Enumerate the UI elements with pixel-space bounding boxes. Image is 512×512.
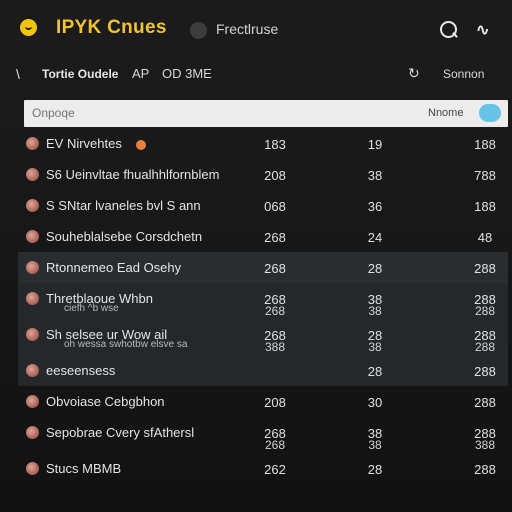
table-row[interactable]: eeseensess 28 288	[18, 355, 508, 386]
filter-toggle[interactable]	[479, 104, 501, 122]
tab-ap[interactable]: AP	[132, 66, 149, 81]
row-name: S SNtar lvaneles bvl S ann	[46, 198, 201, 213]
col1-value: 183	[264, 137, 286, 152]
row-subtitle: ciefh ^b wse	[64, 303, 119, 314]
features-link[interactable]: Frectlruse	[216, 21, 278, 37]
table-row[interactable]: Rtonnemeo Ead Osehy 268 28 288	[18, 252, 508, 283]
col3-value: 288	[474, 364, 496, 379]
col1-secondary: 268	[264, 438, 286, 452]
col3-secondary: 388	[474, 438, 496, 452]
col3-value: 288	[474, 395, 496, 410]
app-title: IPYK Cnues	[56, 17, 167, 38]
col1-secondary: 268	[264, 304, 286, 318]
sort-dropdown[interactable]: Sonnon	[443, 67, 484, 81]
avatar	[26, 426, 39, 439]
avatar	[26, 137, 39, 150]
col2-value: 28	[367, 462, 383, 477]
row-name: Stucs MBMB	[46, 461, 122, 476]
col2-value: 30	[367, 395, 383, 410]
avatar	[26, 395, 39, 408]
table-row[interactable]: S SNtar lvaneles bvl S ann 068 36 188	[18, 190, 508, 221]
col1-value: 268	[264, 261, 286, 276]
row-name: Rtonnemeo Ead Osehy	[46, 260, 182, 275]
avatar	[26, 364, 39, 377]
table-row[interactable]: Sepobrae Cvery sfAthersl 268 268 38 38 2…	[18, 417, 508, 453]
filter-name-label: Nnome	[428, 107, 464, 119]
col3-value: 188	[474, 199, 496, 214]
col2-value: 19	[367, 137, 383, 152]
smiley-logo-icon[interactable]	[20, 19, 37, 36]
wave-menu-icon[interactable]: ∿	[476, 20, 498, 40]
col3-value: 288	[474, 261, 496, 276]
col2-secondary: 38	[368, 304, 382, 318]
col3-value: 48	[477, 230, 493, 245]
filter-bar: Nnome	[24, 100, 508, 127]
avatar	[26, 261, 39, 274]
section-title[interactable]: Tortie Oudele	[42, 67, 118, 81]
avatar	[26, 328, 39, 341]
col2-value: 24	[367, 230, 383, 245]
filter-input[interactable]	[32, 106, 282, 120]
status-dot-icon[interactable]	[190, 22, 207, 39]
avatar	[26, 199, 39, 212]
row-subtitle: oh wessa swhotbw elsve sa	[64, 339, 188, 350]
col3-value: 288	[474, 462, 496, 477]
col3-secondary: 288	[474, 304, 496, 318]
row-name: EV Nirvehtes	[46, 136, 122, 151]
table-row[interactable]: S6 Ueinvltae fhualhhlfornblem 208 38 788	[18, 159, 508, 190]
col1-value: 208	[264, 395, 286, 410]
col2-secondary: 38	[368, 340, 382, 354]
refresh-icon[interactable]: ↻	[408, 65, 420, 82]
col3-value: 788	[474, 168, 496, 183]
col2-value: 38	[367, 168, 383, 183]
table-row[interactable]: Sh selsee ur Wow ail oh wessa swhotbw el…	[18, 319, 508, 355]
col1-secondary: 388	[264, 340, 286, 354]
col2-value: 36	[367, 199, 383, 214]
row-name: Souheblalsebe Corsdchetn	[46, 229, 203, 244]
avatar	[26, 462, 39, 475]
row-name: Sepobrae Cvery sfAthersl	[46, 425, 195, 440]
col2-value: 28	[367, 364, 383, 379]
table-row[interactable]: Souheblalsebe Corsdchetn 268 24 48	[18, 221, 508, 252]
col3-value: 188	[474, 137, 496, 152]
top-bar: IPYK Cnues Frectlruse ∿	[0, 0, 512, 58]
table-row[interactable]: Obvoiase Cebgbhon 208 30 288	[18, 386, 508, 417]
table-row[interactable]: EV Nirvehtes 183 19 188	[18, 128, 508, 159]
results-table: EV Nirvehtes 183 19 188 S6 Ueinvltae fhu…	[18, 128, 508, 484]
back-icon[interactable]: \	[16, 66, 20, 82]
app-window: IPYK Cnues Frectlruse ∿ \ Tortie Oudele …	[0, 0, 512, 512]
row-name: eeseensess	[46, 363, 116, 378]
sub-toolbar: \ Tortie Oudele AP OD 3ME ↻ Sonnon	[0, 58, 512, 94]
row-name: Obvoiase Cebgbhon	[46, 394, 165, 409]
col1-value: 208	[264, 168, 286, 183]
search-icon[interactable]	[438, 19, 460, 41]
col2-secondary: 38	[368, 438, 382, 452]
row-name: S6 Ueinvltae fhualhhlfornblem	[46, 167, 220, 182]
flame-icon	[136, 140, 146, 150]
table-row[interactable]: Thretblaoue Whbn ciefh ^b wse 268 268 38…	[18, 283, 508, 319]
col1-value: 268	[264, 230, 286, 245]
tab-od[interactable]: OD 3ME	[162, 66, 212, 81]
avatar	[26, 168, 39, 181]
avatar	[26, 230, 39, 243]
col1-value: 068	[264, 199, 286, 214]
col1-value: 262	[264, 462, 286, 477]
col3-secondary: 288	[474, 340, 496, 354]
avatar	[26, 292, 39, 305]
table-row[interactable]: Stucs MBMB 262 28 288	[18, 453, 508, 484]
col2-value: 28	[367, 261, 383, 276]
